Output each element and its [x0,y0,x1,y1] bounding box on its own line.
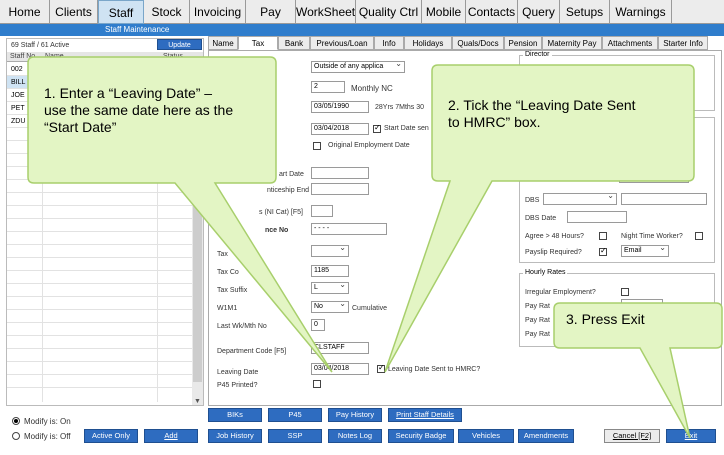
callout-3-text: 3. Press Exit [566,311,645,327]
callout-2-text: 2. Tick the “Leaving Date Sent to HMRC” … [448,97,636,130]
callout-overlay [27,56,723,439]
callout-1-text: 1. Enter a “Leaving Date” – use the same… [44,85,234,135]
